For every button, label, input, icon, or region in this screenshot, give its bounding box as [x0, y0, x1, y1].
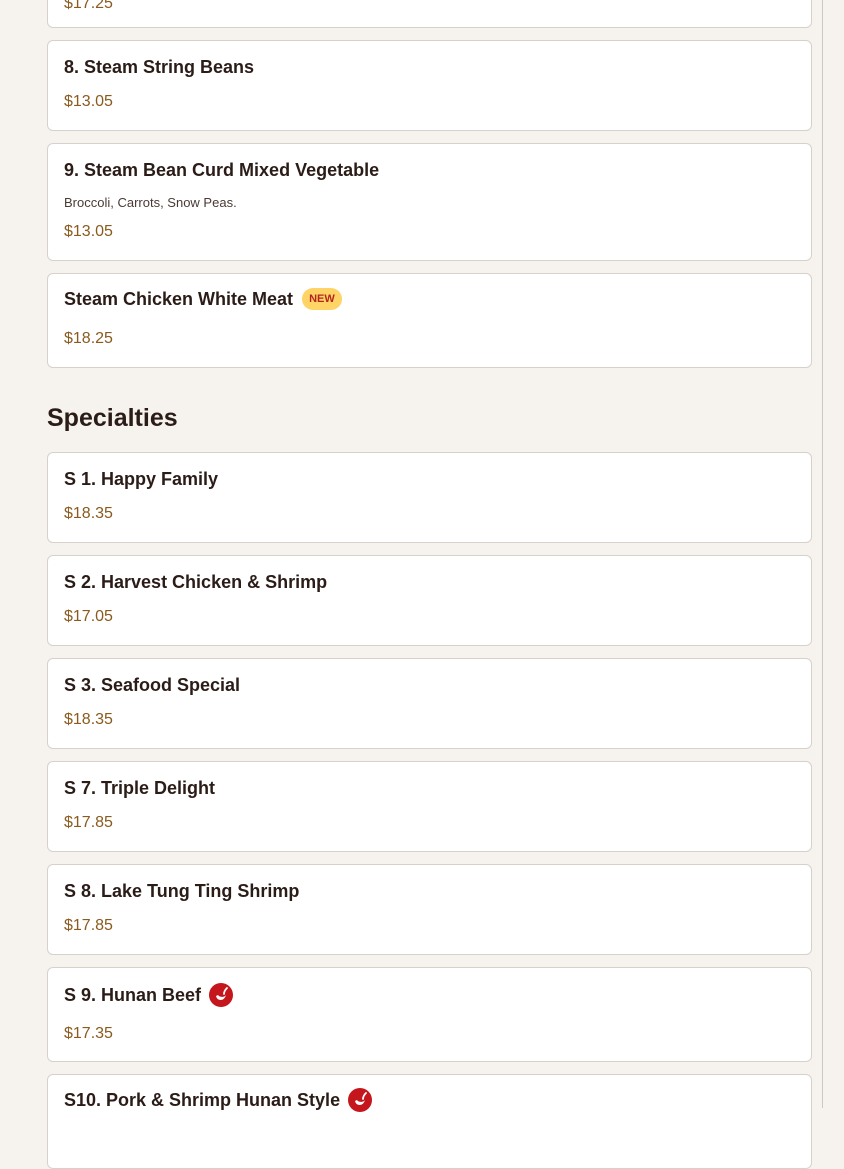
menu-item-price: $17.05 — [64, 608, 113, 625]
menu-item-card[interactable]: 9. Steam Bean Curd Mixed Vegetable Brocc… — [47, 143, 812, 261]
menu-item-card[interactable]: S 9. Hunan Beef $17.35 — [47, 967, 812, 1062]
menu-item-description: Broccoli, Carrots, Snow Peas. — [64, 195, 237, 210]
menu-item-price: $13.05 — [64, 223, 113, 240]
menu-item-card[interactable]: S 1. Happy Family $18.35 — [47, 452, 812, 543]
spicy-pepper-icon — [348, 1088, 373, 1112]
menu-item-price: $13.05 — [64, 93, 113, 110]
new-badge: NEW — [302, 288, 342, 310]
menu-item-name: S 8. Lake Tung Ting Shrimp — [64, 881, 300, 901]
menu-item-card[interactable]: S 2. Harvest Chicken & Shrimp $17.05 — [47, 555, 812, 646]
menu-item-name: S 3. Seafood Special — [64, 675, 241, 695]
menu-item-card[interactable]: S 8. Lake Tung Ting Shrimp $17.85 — [47, 864, 812, 955]
menu-item-card[interactable]: $17.25 — [47, 0, 812, 28]
menu-item-price: $17.85 — [64, 814, 113, 831]
menu-item-name: 8. Steam String Beans — [64, 57, 255, 77]
menu-item-price: $17.85 — [64, 917, 113, 934]
menu-item-name: 9. Steam Bean Curd Mixed Vegetable — [64, 160, 380, 180]
menu-item-name-row: Steam Chicken White Meat NEW — [64, 288, 342, 310]
menu-item-price: $17.25 — [64, 0, 113, 12]
spicy-pepper-icon — [209, 983, 234, 1007]
menu-item-card[interactable]: S 3. Seafood Special $18.35 — [47, 658, 812, 749]
menu-item-price: $18.35 — [64, 711, 113, 728]
menu-item-name-row: S10. Pork & Shrimp Hunan Style — [64, 1088, 373, 1112]
menu-item-name: S 9. Hunan Beef — [64, 984, 202, 1005]
menu-item-card[interactable]: 8. Steam String Beans $13.05 — [47, 40, 812, 131]
menu-item-card[interactable]: Steam Chicken White Meat NEW $18.25 — [47, 273, 812, 368]
menu-item-card[interactable]: S 7. Triple Delight $17.85 — [47, 761, 812, 852]
menu-page: $17.25 8. Steam String Beans $13.05 9. S… — [0, 0, 823, 1169]
section-title-specialties: Specialties — [47, 404, 178, 432]
menu-item-card[interactable]: S10. Pork & Shrimp Hunan Style — [47, 1074, 812, 1169]
menu-item-name: Steam Chicken White Meat — [64, 288, 294, 309]
menu-item-price: $18.35 — [64, 505, 113, 522]
menu-item-price: $18.25 — [64, 330, 113, 347]
menu-item-name: S 2. Harvest Chicken & Shrimp — [64, 572, 328, 592]
menu-item-price: $17.35 — [64, 1025, 113, 1042]
menu-item-name: S 7. Triple Delight — [64, 778, 216, 798]
menu-item-name-row: S 9. Hunan Beef — [64, 983, 234, 1007]
menu-item-name: S 1. Happy Family — [64, 469, 219, 489]
menu-item-name: S10. Pork & Shrimp Hunan Style — [64, 1089, 341, 1110]
